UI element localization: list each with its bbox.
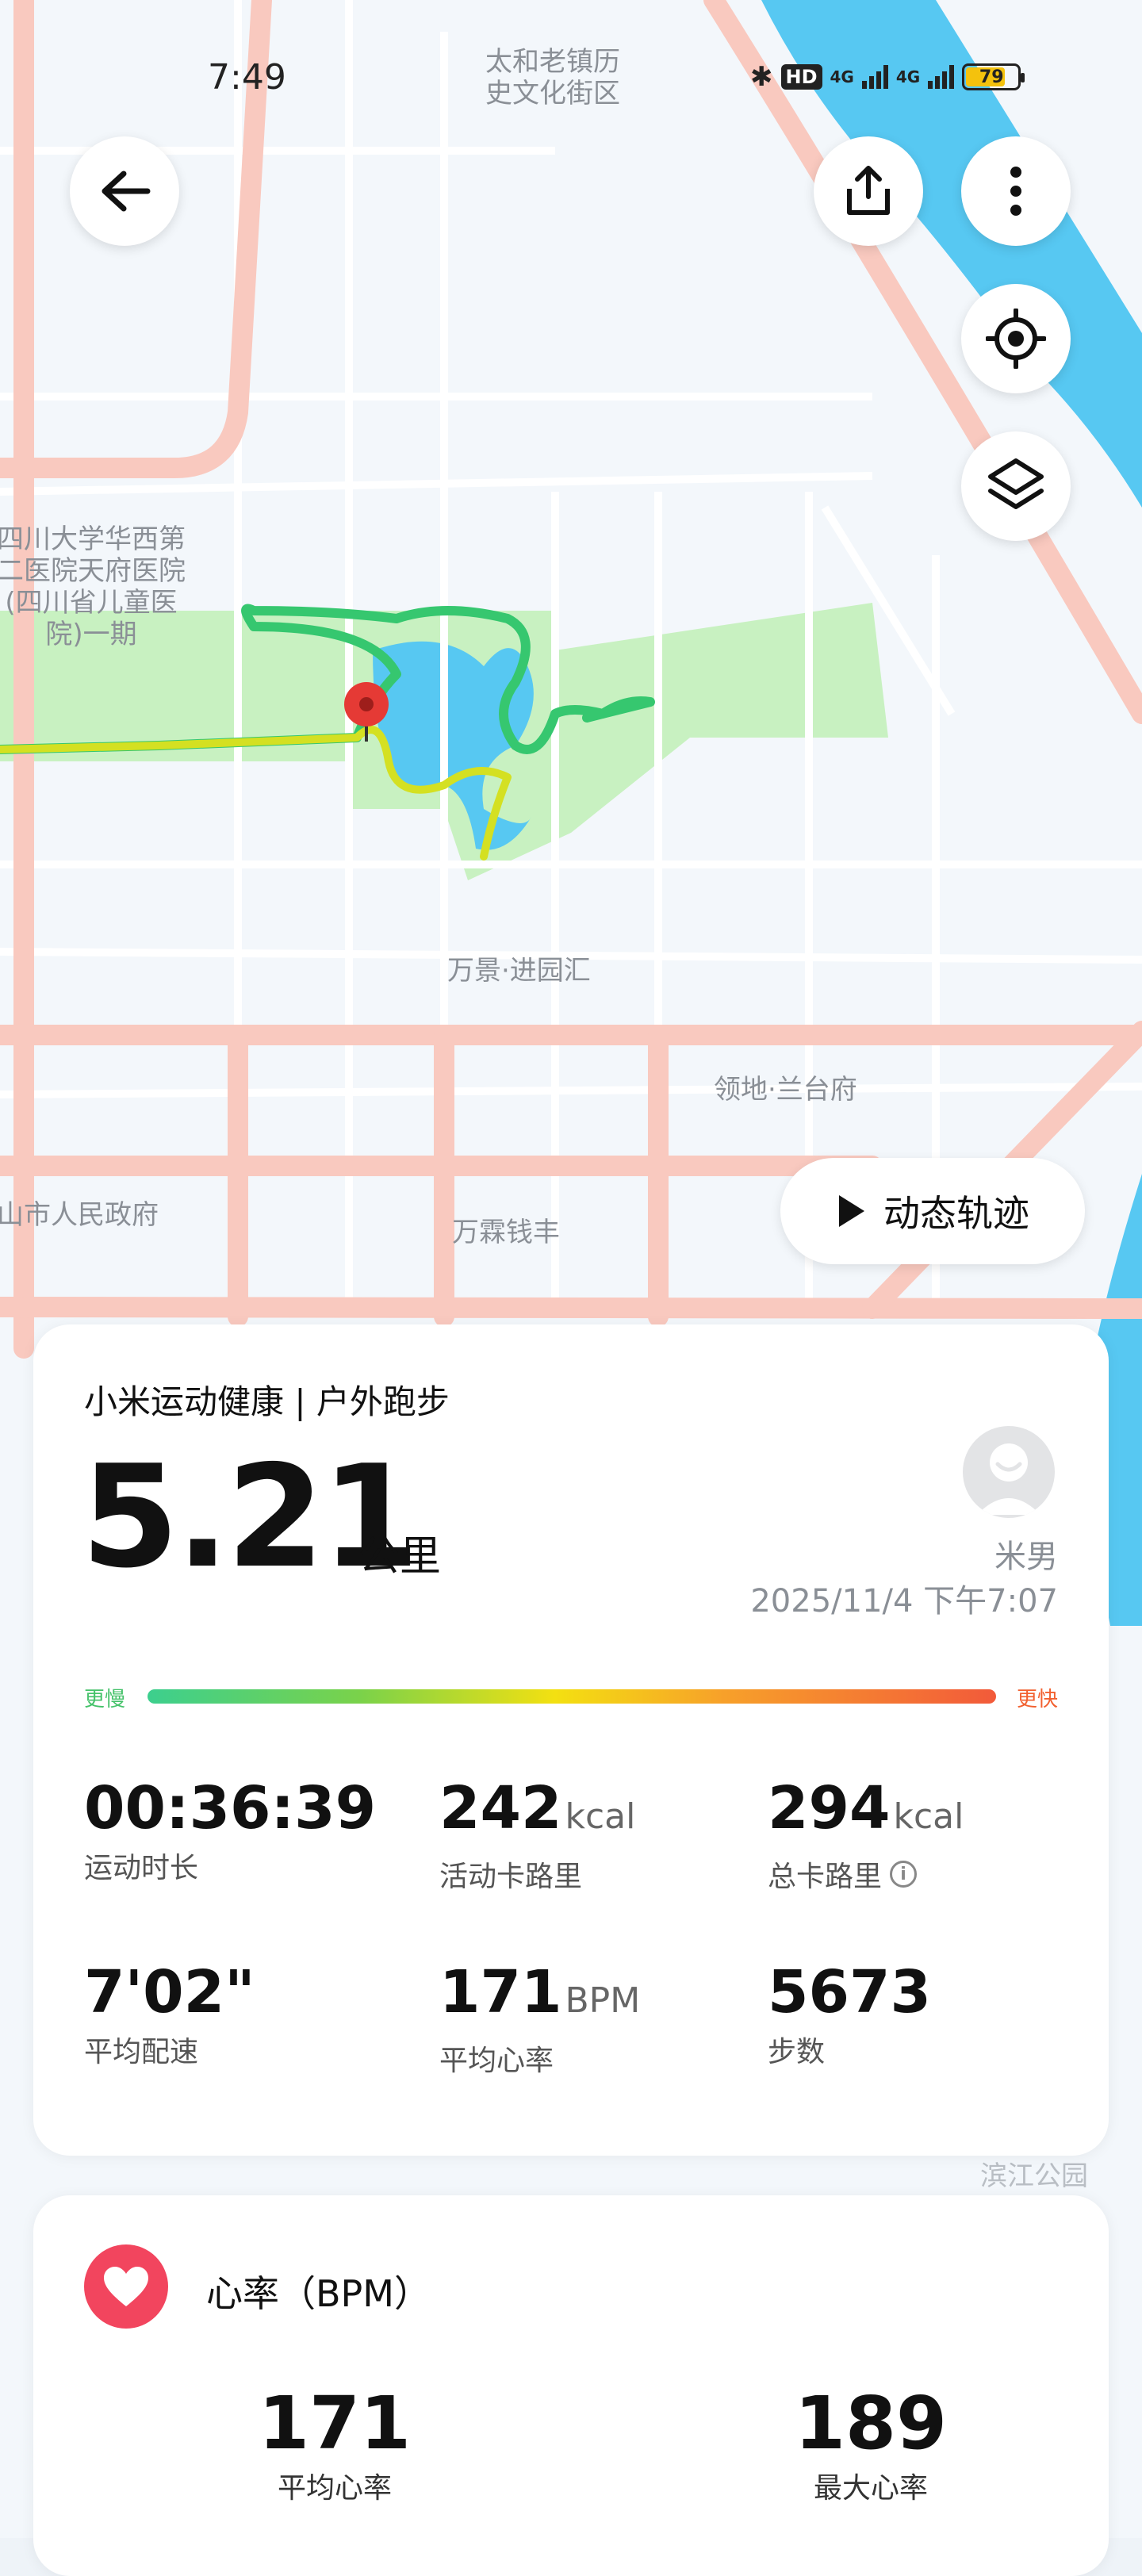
map-label-wanlin: 万霖钱丰 [452,1217,560,1248]
avg-pace-label: 平均配速 [84,2036,199,2068]
stat-total-calories: 294kcal 总卡路里 i [768,1775,964,1895]
active-cal-label: 活动卡路里 [439,1861,583,1893]
back-arrow-icon [102,171,151,212]
stat-avg-pace: 7'02" 平均配速 [84,1959,255,2070]
status-icons: ✱ HD 4G 4G 79 [750,56,1025,98]
layers-icon [988,458,1044,509]
avg-hr-label: 平均心率 [439,2045,554,2077]
avg-hr-value: 171 [439,1958,562,2026]
hr-max-label: 最大心率 [813,2472,928,2505]
steps-label: 步数 [768,2036,826,2068]
share-button[interactable] [814,136,923,246]
hr-avg-value: 171 [258,2381,412,2466]
heart-badge [84,2244,168,2329]
duration-label: 运动时长 [84,1852,199,1884]
heart-rate-title: 心率（BPM） [206,2272,431,2315]
hd-badge: HD [780,64,822,90]
heart-rate-card[interactable]: 心率（BPM） 171 平均心率 189 最大心率 [33,2195,1109,2576]
total-cal-value: 294 [768,1774,891,1842]
route-map[interactable]: 太和老镇历 史文化街区 四川大学华西第 二医院天府医院 (四川省儿童医 院)一期… [0,0,1142,2538]
stat-active-calories: 242kcal 活动卡路里 [439,1775,635,1895]
workout-datetime: 2025/11/4 下午7:07 [750,1583,1058,1620]
pace-gradient-bar [148,1689,996,1704]
max-heart-rate-block: 189 最大心率 [744,2384,998,2506]
info-icon[interactable]: i [890,1861,918,1888]
dynamic-track-button[interactable]: 动态轨迹 [780,1158,1085,1264]
map-label-gov: 山市人民政府 [0,1199,159,1231]
signal-icon-2 [928,65,955,89]
map-label-taihe: 太和老镇历 史文化街区 [485,46,620,109]
user-name: 米男 [994,1539,1058,1575]
locate-target-icon [986,309,1046,369]
user-avatar-icon [977,1443,1040,1515]
stat-steps: 5673 步数 [768,1959,931,2070]
active-cal-value: 242 [439,1774,562,1842]
distance-unit: 公里 [358,1533,442,1581]
avg-pace-value: 7'02" [84,1958,255,2026]
status-time: 7:49 [208,57,286,98]
more-button[interactable] [961,136,1071,246]
steps-value: 5673 [768,1958,931,2026]
map-label-hospital: 四川大学华西第 二医院天府医院 (四川省儿童医 院)一期 [0,523,186,650]
stat-duration: 00:36:39 运动时长 [84,1775,376,1886]
hr-avg-label: 平均心率 [277,2472,392,2505]
duration-value: 00:36:39 [84,1774,377,1842]
active-cal-unit: kcal [565,1796,636,1837]
total-cal-label: 总卡路里 [768,1861,883,1893]
pace-slow-label: 更慢 [84,1688,126,1712]
heart-icon [104,2267,148,2306]
more-vertical-icon [1010,167,1021,216]
total-cal-unit: kcal [893,1796,964,1837]
locate-button[interactable] [961,284,1071,393]
battery-icon: 79 [962,63,1025,90]
share-icon [847,166,890,215]
avatar[interactable] [963,1426,1055,1518]
avg-hr-unit: BPM [565,1980,641,2021]
pace-fast-label: 更快 [1016,1688,1058,1712]
hr-max-value: 189 [794,2381,948,2466]
map-label-wanjing: 万景·进园汇 [447,955,591,987]
dynamic-track-label: 动态轨迹 [883,1192,1029,1235]
play-icon [839,1195,864,1227]
battery-level: 79 [979,67,1004,87]
workout-source-title: 小米运动健康 | 户外跑步 [84,1382,450,1421]
back-button[interactable] [70,136,179,246]
bluetooth-icon: ✱ [750,61,773,93]
signal-icon-1 [861,65,888,89]
map-layers-button[interactable] [961,431,1071,541]
network-label-2: 4G [895,67,921,86]
map-canvas [0,0,1142,1626]
map-label-binjiang: 滨江公园 [980,2160,1088,2192]
map-label-lingdi: 领地·兰台府 [714,1074,857,1106]
avg-heart-rate-block: 171 平均心率 [208,2384,462,2506]
stat-avg-heart-rate: 171BPM 平均心率 [439,1959,640,2079]
workout-summary-card: 小米运动健康 | 户外跑步 5.21 公里 米男 2025/11/4 下午7:0… [33,1324,1109,2156]
network-label-1: 4G [830,67,854,86]
